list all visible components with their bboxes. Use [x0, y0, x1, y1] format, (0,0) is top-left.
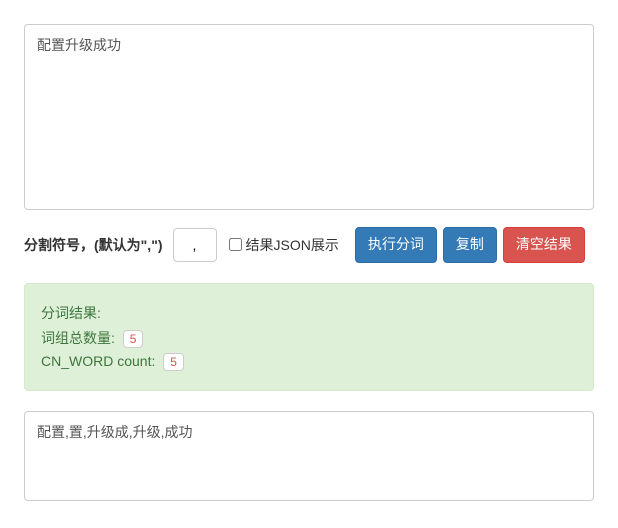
total-count-label: 词组总数量:: [41, 330, 119, 346]
separator-input[interactable]: [173, 228, 217, 262]
json-display-checkbox[interactable]: [229, 238, 242, 251]
json-display-label: 结果JSON展示: [246, 235, 339, 255]
total-count-row: 词组总数量: 5: [41, 328, 577, 348]
run-segmentation-button[interactable]: 执行分词: [355, 227, 437, 263]
result-text-output[interactable]: [24, 411, 594, 501]
result-panel: 分词结果: 词组总数量: 5 CN_WORD count: 5: [24, 283, 594, 392]
cn-word-count-row: CN_WORD count: 5: [41, 353, 577, 371]
separator-label: 分割符号，(默认为","): [24, 235, 163, 255]
cn-word-count-badge: 5: [163, 353, 184, 371]
clear-result-button[interactable]: 清空结果: [503, 227, 585, 263]
controls-row: 分割符号，(默认为",") 结果JSON展示 执行分词 复制 清空结果: [24, 227, 594, 263]
copy-button[interactable]: 复制: [443, 227, 497, 263]
total-count-badge: 5: [123, 330, 144, 348]
json-display-toggle[interactable]: 结果JSON展示: [227, 235, 339, 255]
cn-word-count-label: CN_WORD count:: [41, 353, 159, 369]
result-title: 分词结果:: [41, 303, 577, 323]
source-text-input[interactable]: [24, 24, 594, 210]
